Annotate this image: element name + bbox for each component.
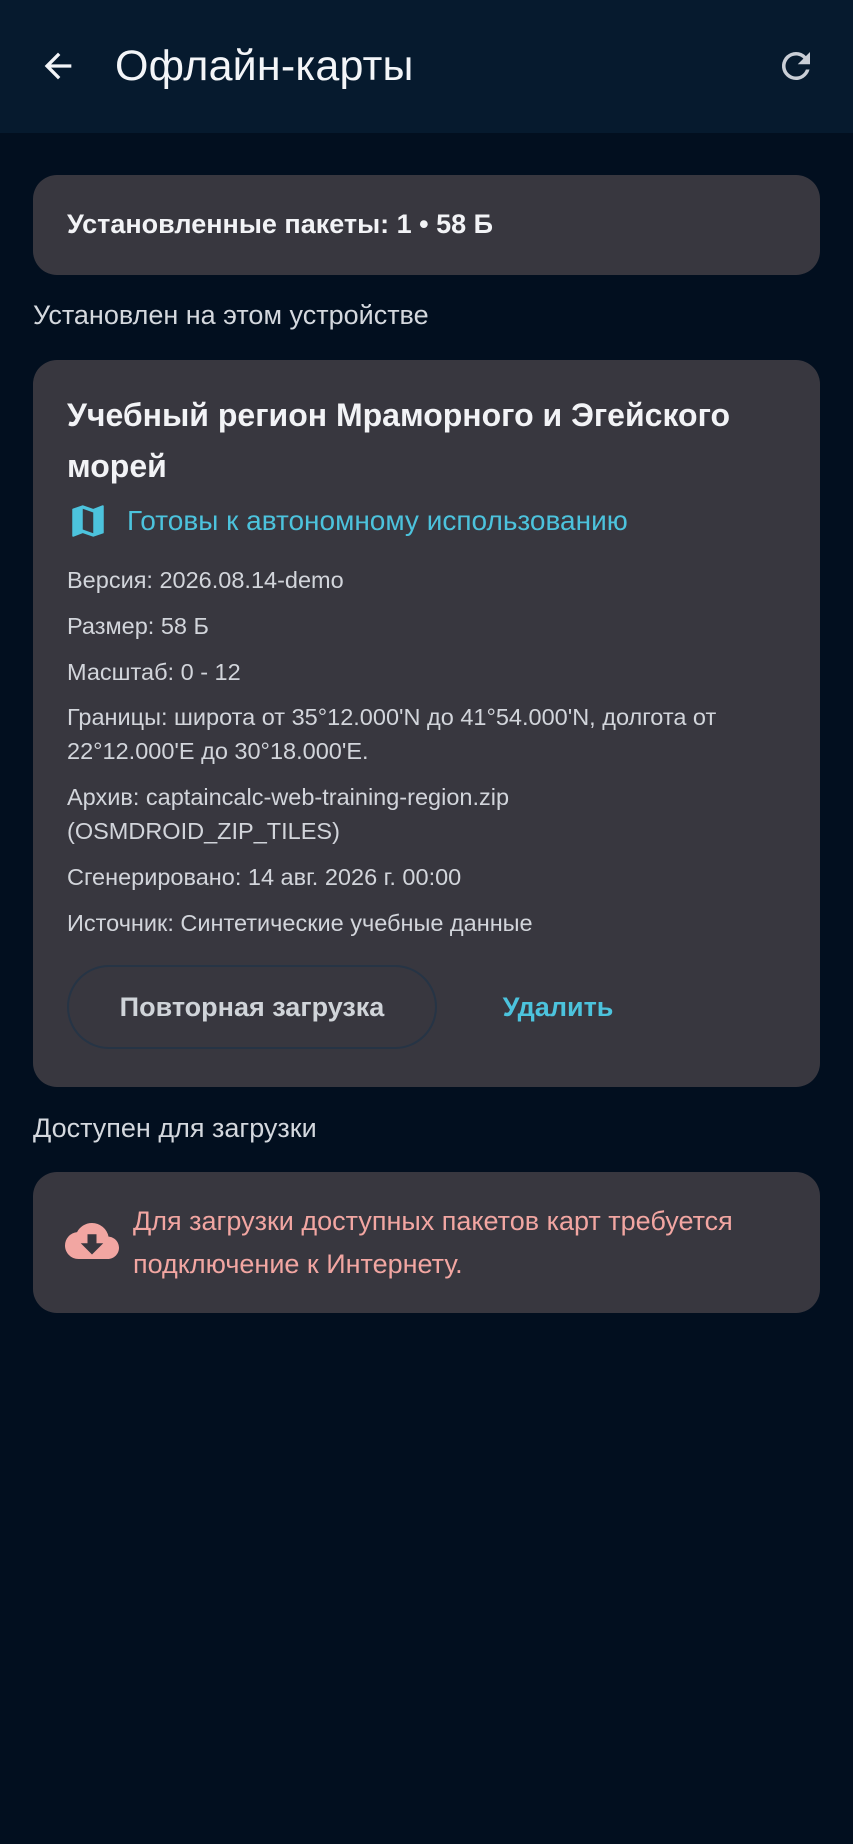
arrow-back-icon <box>44 52 72 80</box>
page-title: Офлайн-карты <box>115 42 414 90</box>
offline-notice-text: Для загрузки доступных пакетов карт треб… <box>133 1206 733 1279</box>
package-source: Источник: Синтетические учебные данные <box>67 910 533 936</box>
package-bounds: Границы: широта от 35°12.000'N до 41°54.… <box>67 704 717 764</box>
package-size: Размер: 58 Б <box>67 613 209 639</box>
installed-summary-card: Установленные пакеты: 1 • 58 Б <box>33 175 820 275</box>
available-section-label: Доступен для загрузки <box>33 1113 317 1143</box>
map-icon <box>72 505 104 537</box>
offline-notice-card: Для загрузки доступных пакетов карт треб… <box>33 1172 820 1313</box>
app-bar: Офлайн-карты <box>0 0 853 133</box>
package-status-text: Готовы к автономному использованию <box>127 505 628 536</box>
back-button[interactable] <box>30 38 86 94</box>
delete-button[interactable]: Удалить <box>488 965 628 1049</box>
package-version: Версия: 2026.08.14-demo <box>67 567 344 593</box>
package-scale: Масштаб: 0 - 12 <box>67 659 241 685</box>
refresh-button[interactable] <box>768 38 824 94</box>
refresh-icon <box>781 51 810 80</box>
cloud-download-icon <box>65 1223 119 1259</box>
package-status: Готовы к автономному использованию <box>67 500 628 542</box>
installed-section-label: Установлен на этом устройстве <box>33 300 429 330</box>
redownload-button[interactable]: Повторная загрузка <box>67 965 437 1049</box>
package-generated: Сгенерировано: 14 авг. 2026 г. 00:00 <box>67 864 462 890</box>
package-title: Учебный регион Мраморного и Эгейского мо… <box>67 397 731 484</box>
package-archive: Архив: captaincalc-web-training-region.z… <box>67 784 510 844</box>
installed-summary-text: Установленные пакеты: 1 • 58 Б <box>67 209 494 239</box>
package-card: Учебный регион Мраморного и Эгейского мо… <box>33 360 820 1087</box>
